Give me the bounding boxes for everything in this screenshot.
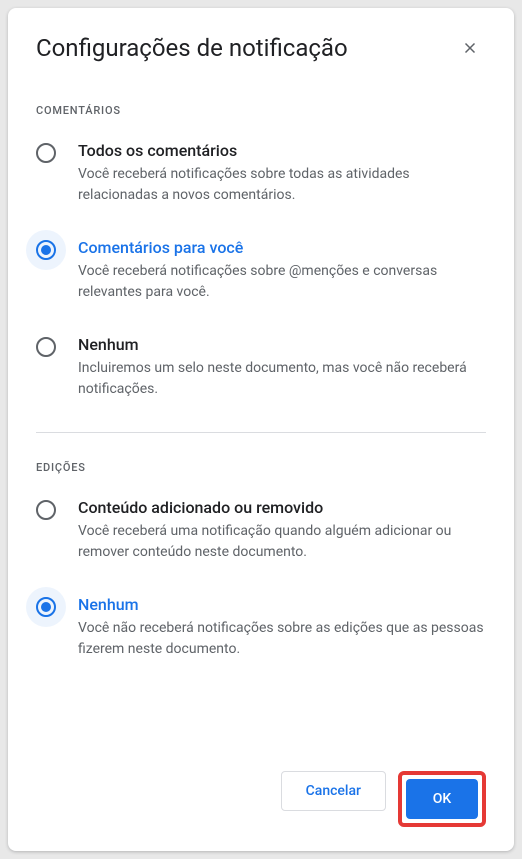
notification-settings-dialog: Configurações de notificação COMENTÁRIOS… xyxy=(8,8,514,851)
section-divider xyxy=(36,432,486,433)
option-content: Nenhum Você não receberá notificações so… xyxy=(78,595,486,660)
option-title: Todos os comentários xyxy=(78,141,486,160)
ok-button[interactable]: OK xyxy=(406,779,478,819)
dialog-footer: Cancelar OK xyxy=(36,751,486,827)
option-description: Você receberá notificações sobre @mençõe… xyxy=(78,261,486,303)
edits-section-label: EDIÇÕES xyxy=(36,461,486,474)
radio-option-all-comments[interactable]: Todos os comentários Você receberá notif… xyxy=(36,141,486,206)
option-content: Todos os comentários Você receberá notif… xyxy=(78,141,486,206)
option-content: Comentários para você Você receberá noti… xyxy=(78,238,486,303)
radio-option-comments-none[interactable]: Nenhum Incluiremos um selo neste documen… xyxy=(36,335,486,400)
option-content: Conteúdo adicionado ou removido Você rec… xyxy=(78,498,486,563)
option-description: Incluiremos um selo neste documento, mas… xyxy=(78,358,486,400)
dialog-header: Configurações de notificação xyxy=(36,32,486,64)
dialog-title: Configurações de notificação xyxy=(36,34,348,62)
comments-section-label: COMENTÁRIOS xyxy=(36,104,486,117)
option-title: Conteúdo adicionado ou removido xyxy=(78,498,486,517)
cancel-button[interactable]: Cancelar xyxy=(281,771,386,811)
option-description: Você receberá uma notificação quando alg… xyxy=(78,521,486,563)
radio-button[interactable] xyxy=(36,240,56,260)
radio-button[interactable] xyxy=(36,143,56,163)
radio-button[interactable] xyxy=(36,337,56,357)
option-description: Você receberá notificações sobre todas a… xyxy=(78,164,486,206)
radio-option-comments-for-you[interactable]: Comentários para você Você receberá noti… xyxy=(36,238,486,303)
ok-button-highlight: OK xyxy=(398,771,486,827)
option-title: Comentários para você xyxy=(78,238,486,257)
close-button[interactable] xyxy=(454,32,486,64)
option-title: Nenhum xyxy=(78,335,486,354)
close-icon xyxy=(461,39,479,57)
radio-option-edits-none[interactable]: Nenhum Você não receberá notificações so… xyxy=(36,595,486,660)
radio-option-content-changed[interactable]: Conteúdo adicionado ou removido Você rec… xyxy=(36,498,486,563)
option-description: Você não receberá notificações sobre as … xyxy=(78,618,486,660)
radio-button[interactable] xyxy=(36,500,56,520)
radio-button[interactable] xyxy=(36,597,56,617)
option-content: Nenhum Incluiremos um selo neste documen… xyxy=(78,335,486,400)
option-title: Nenhum xyxy=(78,595,486,614)
